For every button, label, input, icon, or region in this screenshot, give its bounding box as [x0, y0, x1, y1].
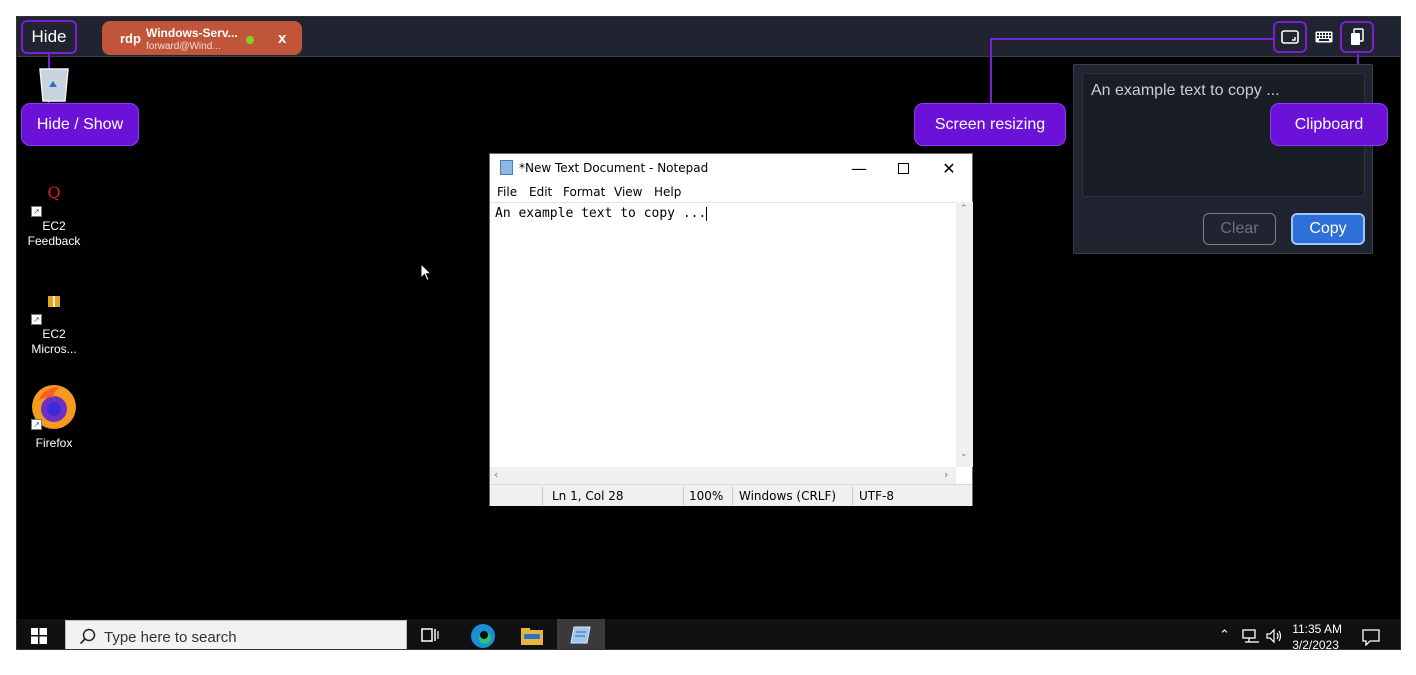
- notepad-icon: [570, 626, 591, 644]
- taskbar-file-explorer[interactable]: [520, 627, 544, 649]
- mouse-cursor-icon: [420, 263, 432, 282]
- status-bar: Ln 1, Col 28 100% Windows (CRLF) UTF-8: [490, 484, 972, 506]
- tray-overflow-icon[interactable]: ⌃: [1219, 627, 1230, 643]
- vertical-scrollbar[interactable]: ⌃ ⌄: [956, 202, 973, 467]
- scroll-right-icon[interactable]: ›: [944, 468, 948, 481]
- file-explorer-icon: [521, 628, 543, 645]
- scroll-up-icon[interactable]: ⌃: [960, 204, 968, 214]
- close-session-button[interactable]: x: [278, 30, 286, 47]
- scroll-left-icon[interactable]: ‹: [494, 468, 498, 481]
- session-name: Windows-Serv...: [146, 26, 238, 40]
- notepad-window[interactable]: *New Text Document - Notepad — ✕ File Ed…: [489, 153, 973, 506]
- copy-button[interactable]: Copy: [1291, 213, 1365, 245]
- session-toolbar: Hide rdp Windows-Serv... forward@Wind...…: [17, 17, 1400, 57]
- taskbar-notepad[interactable]: [557, 619, 605, 649]
- taskbar-search-input[interactable]: Type here to search: [65, 620, 407, 649]
- desktop-icon-label: Firefox: [35, 436, 73, 450]
- menu-format[interactable]: Format: [563, 185, 605, 199]
- encoding: UTF-8: [859, 489, 894, 503]
- desktop-icon-recycle-bin[interactable]: [17, 65, 91, 106]
- clipboard-panel: An example text to copy ... Clear Copy: [1073, 64, 1373, 254]
- shortcut-arrow-icon: ↗: [31, 419, 42, 430]
- menu-view[interactable]: View: [614, 185, 642, 199]
- hide-button[interactable]: Hide: [21, 20, 77, 54]
- menu-bar: File Edit Format View Help: [490, 182, 972, 202]
- task-view-icon: [421, 628, 439, 642]
- menu-help[interactable]: Help: [654, 185, 681, 199]
- horizontal-scrollbar[interactable]: ‹ ›: [490, 467, 956, 484]
- clock-time: 11:35 AM: [1292, 622, 1342, 636]
- clear-button[interactable]: Clear: [1203, 213, 1276, 245]
- resize-callout-line-v: [990, 39, 992, 105]
- cursor-position: Ln 1, Col 28: [552, 489, 624, 503]
- text-caret: [706, 206, 708, 221]
- volume-icon[interactable]: [1266, 628, 1284, 644]
- taskbar-edge[interactable]: [470, 623, 496, 649]
- clipboard-icon: [1351, 28, 1364, 45]
- menu-file[interactable]: File: [497, 185, 517, 199]
- ec2-microsoft-icon: [48, 296, 60, 307]
- connected-status-dot: [246, 36, 254, 44]
- desktop-icon-firefox[interactable]: ↗ Firefox: [17, 383, 91, 451]
- notepad-icon: [500, 160, 513, 175]
- clipboard-button[interactable]: [1340, 21, 1374, 53]
- zoom-level: 100%: [689, 489, 724, 503]
- search-icon: [79, 628, 96, 645]
- start-button[interactable]: [31, 628, 47, 644]
- network-icon[interactable]: [1242, 628, 1260, 644]
- close-window-button[interactable]: ✕: [926, 154, 972, 182]
- desktop-icon-label: EC2 Feedback: [27, 219, 81, 248]
- hide-show-callout: Hide / Show: [22, 104, 138, 145]
- shortcut-arrow-icon: ↗: [31, 206, 42, 217]
- text-editor-area[interactable]: An example text to copy ...: [490, 202, 956, 467]
- maximize-button[interactable]: [880, 154, 926, 182]
- screen-resize-icon: [1281, 30, 1299, 44]
- status-separator: [732, 487, 733, 505]
- screen-resizing-callout: Screen resizing: [915, 104, 1065, 145]
- search-placeholder: Type here to search: [104, 629, 237, 646]
- session-protocol: rdp: [120, 31, 141, 46]
- desktop-icon-ec2-microsoft[interactable]: ↗ EC2 Micros...: [17, 292, 91, 357]
- status-separator: [852, 487, 853, 505]
- session-tab[interactable]: rdp Windows-Serv... forward@Wind... x: [102, 21, 302, 55]
- remote-desktop-frame: Hide rdp Windows-Serv... forward@Wind...…: [16, 16, 1401, 650]
- recycle-bin-icon: [39, 68, 69, 102]
- desktop-icon-ec2-feedback[interactable]: Q ↗ EC2 Feedback: [17, 183, 91, 249]
- keyboard-icon: [1315, 31, 1333, 43]
- session-user: forward@Wind...: [146, 41, 221, 52]
- clock[interactable]: 11:35 AM 3/2/2023: [1292, 621, 1342, 650]
- resize-callout-line-h: [990, 38, 1274, 40]
- shortcut-arrow-icon: ↗: [31, 314, 42, 325]
- menu-edit[interactable]: Edit: [529, 185, 552, 199]
- status-separator: [683, 487, 684, 505]
- task-view-button[interactable]: [421, 627, 439, 648]
- line-endings: Windows (CRLF): [739, 489, 837, 503]
- status-separator: [542, 487, 543, 505]
- notifications-icon[interactable]: [1362, 629, 1380, 646]
- ec2-feedback-icon: Q: [47, 183, 61, 202]
- clock-date: 3/2/2023: [1292, 638, 1339, 650]
- taskbar: Type here to search ⌃ 11:35 AM 3/2/2023: [17, 619, 1400, 650]
- screen-resize-button[interactable]: [1273, 21, 1307, 53]
- clipboard-callout: Clipboard: [1271, 104, 1387, 145]
- desktop-icon-label: EC2 Micros...: [31, 327, 77, 356]
- minimize-button[interactable]: —: [836, 154, 882, 182]
- keyboard-button[interactable]: [1307, 21, 1341, 53]
- edge-icon: [471, 624, 495, 648]
- windows-logo-icon: [31, 628, 47, 644]
- scroll-down-icon[interactable]: ⌄: [960, 449, 968, 459]
- editor-content: An example text to copy ...: [495, 206, 707, 221]
- notepad-titlebar[interactable]: *New Text Document - Notepad — ✕: [490, 154, 972, 182]
- window-title: *New Text Document - Notepad: [519, 161, 709, 175]
